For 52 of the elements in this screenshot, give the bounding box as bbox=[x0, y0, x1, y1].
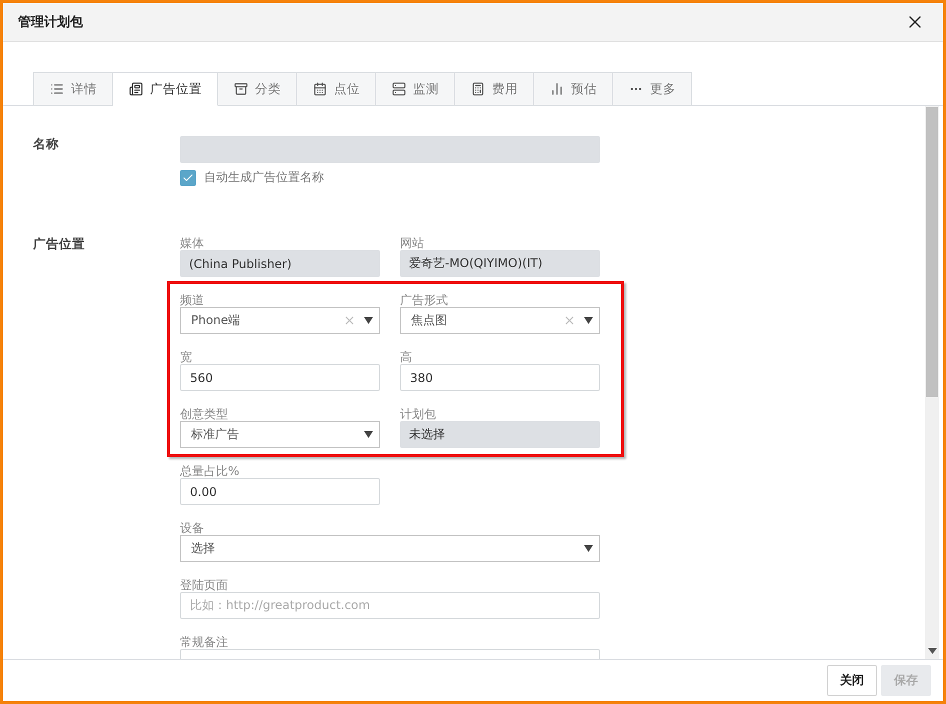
caret-icon bbox=[364, 317, 373, 324]
clear-icon[interactable] bbox=[563, 314, 576, 327]
select-field[interactable]: 焦点图 bbox=[400, 307, 600, 334]
field-label: 频道 bbox=[180, 293, 205, 307]
section-label: 广告位置 bbox=[33, 236, 86, 253]
caret-icon bbox=[584, 545, 593, 552]
scroll-down-icon[interactable] bbox=[928, 648, 936, 654]
tab[interactable]: 点位 bbox=[297, 72, 376, 106]
field-label: 宽 bbox=[180, 350, 193, 364]
newspaper-icon bbox=[129, 82, 143, 96]
field-label: 设备 bbox=[180, 521, 205, 535]
tab[interactable]: 分类 bbox=[218, 72, 297, 106]
checkbox-label: 自动生成广告位置名称 bbox=[204, 169, 324, 186]
server-icon bbox=[392, 82, 406, 96]
field-label: 广告形式 bbox=[400, 293, 449, 307]
bar-chart-icon bbox=[550, 82, 564, 96]
calendar-icon bbox=[313, 82, 327, 96]
drawer-icon bbox=[234, 82, 248, 96]
field-label: 常规备注 bbox=[180, 635, 229, 649]
dialog-title: 管理计划包 bbox=[18, 14, 83, 31]
input-field[interactable]: 560 bbox=[180, 364, 380, 391]
input-field[interactable]: 380 bbox=[400, 364, 600, 391]
select-field[interactable]: 标准广告 bbox=[180, 421, 380, 448]
readonly-field: 爱奇艺-MO(QIYIMO)(IT) bbox=[400, 250, 600, 277]
readonly-field: (China Publisher) bbox=[180, 250, 380, 277]
readonly-field: 未选择 bbox=[400, 421, 600, 448]
tab[interactable]: 广告位置 bbox=[113, 72, 218, 106]
caret-icon bbox=[364, 431, 373, 438]
tab[interactable]: 费用 bbox=[455, 72, 534, 106]
field-label: 计划包 bbox=[400, 407, 437, 421]
footer-button[interactable]: 关闭 bbox=[827, 665, 877, 696]
section-label: 名称 bbox=[33, 136, 60, 153]
field-label: 高 bbox=[400, 350, 413, 364]
caret-icon bbox=[584, 317, 593, 324]
tab[interactable]: 监测 bbox=[376, 72, 455, 106]
scrollbar[interactable] bbox=[925, 106, 939, 659]
select-field[interactable]: 选择 bbox=[180, 535, 600, 562]
tab[interactable]: 更多 bbox=[613, 72, 692, 106]
field-label: 登陆页面 bbox=[180, 578, 229, 592]
check-icon bbox=[182, 172, 194, 184]
checkbox[interactable] bbox=[180, 170, 196, 186]
tab[interactable]: 详情 bbox=[33, 72, 113, 106]
clear-icon[interactable] bbox=[343, 314, 356, 327]
field-label: 媒体 bbox=[180, 236, 205, 250]
tab[interactable]: 预估 bbox=[534, 72, 613, 106]
field-label: 总量占比% bbox=[180, 464, 240, 478]
select-field[interactable]: Phone端 bbox=[180, 307, 380, 334]
calculator-icon bbox=[471, 82, 485, 96]
field-label: 创意类型 bbox=[180, 407, 229, 421]
field-label: 网站 bbox=[400, 236, 425, 250]
list-icon bbox=[50, 82, 64, 96]
input-field[interactable]: 0.00 bbox=[180, 478, 380, 505]
